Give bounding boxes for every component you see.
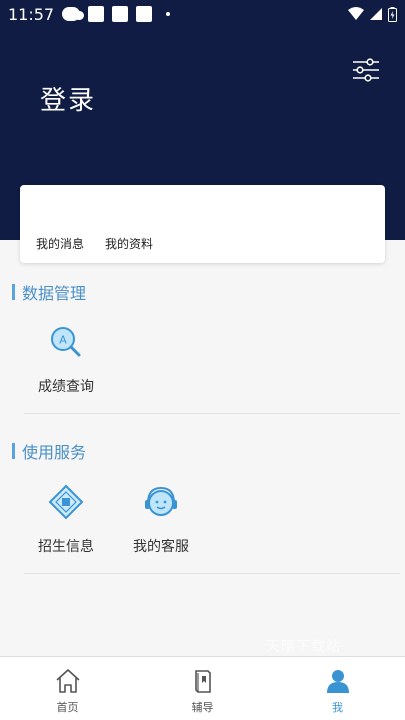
status-time: 11:57 (8, 4, 55, 24)
section-title-label: 数据管理 (22, 284, 87, 303)
user-icon (326, 670, 349, 693)
wifi-icon (348, 7, 364, 20)
tab-label: 首页 (56, 701, 79, 714)
section-title-services: 使用服务 (12, 440, 86, 462)
battery-icon (388, 6, 397, 22)
customer-service-tile[interactable]: 我的客服 (119, 484, 203, 556)
section-title-label: 使用服务 (22, 443, 87, 462)
login-button[interactable]: 登录 (40, 80, 96, 117)
notification-icon (136, 6, 153, 22)
score-search-icon: A (51, 327, 81, 357)
status-bar: 11:57 (0, 0, 405, 28)
section-divider (24, 573, 400, 574)
tile-label: 成绩查询 (38, 379, 94, 395)
my-profile-link[interactable]: 我的资料 (105, 235, 153, 252)
tab-me[interactable]: 我 (270, 657, 405, 720)
status-icons (348, 6, 397, 22)
svg-text:A: A (59, 334, 67, 347)
settings-sliders-icon[interactable] (350, 54, 382, 86)
bottom-tab-bar: 首页 辅导 我 (0, 656, 405, 720)
wechat-notification-icon (62, 7, 85, 21)
book-icon (194, 670, 211, 693)
tab-home[interactable]: 首页 (0, 657, 135, 720)
notification-icon (112, 6, 129, 22)
section-divider (24, 413, 400, 414)
tile-label: 我的客服 (133, 539, 189, 555)
home-icon (55, 669, 80, 693)
admission-info-tile[interactable]: 招生信息 (24, 484, 108, 556)
admission-info-icon (48, 484, 84, 520)
signal-icon (370, 8, 382, 20)
quick-links-card: 我的消息 我的资料 (20, 185, 385, 263)
customer-service-icon (145, 486, 177, 516)
tab-tutoring[interactable]: 辅导 (135, 657, 270, 720)
score-query-tile[interactable]: A 成绩查询 (24, 324, 108, 396)
section-title-data-management: 数据管理 (12, 281, 86, 303)
more-notifications-icon (166, 12, 171, 16)
section-accent-bar (12, 443, 15, 459)
section-accent-bar (12, 284, 15, 300)
notification-icon (88, 6, 105, 22)
watermark: 天晴下载站 (266, 639, 341, 655)
my-messages-link[interactable]: 我的消息 (36, 235, 84, 252)
tab-label: 辅导 (191, 701, 214, 714)
tile-label: 招生信息 (38, 539, 94, 555)
tab-label: 我 (332, 701, 343, 714)
